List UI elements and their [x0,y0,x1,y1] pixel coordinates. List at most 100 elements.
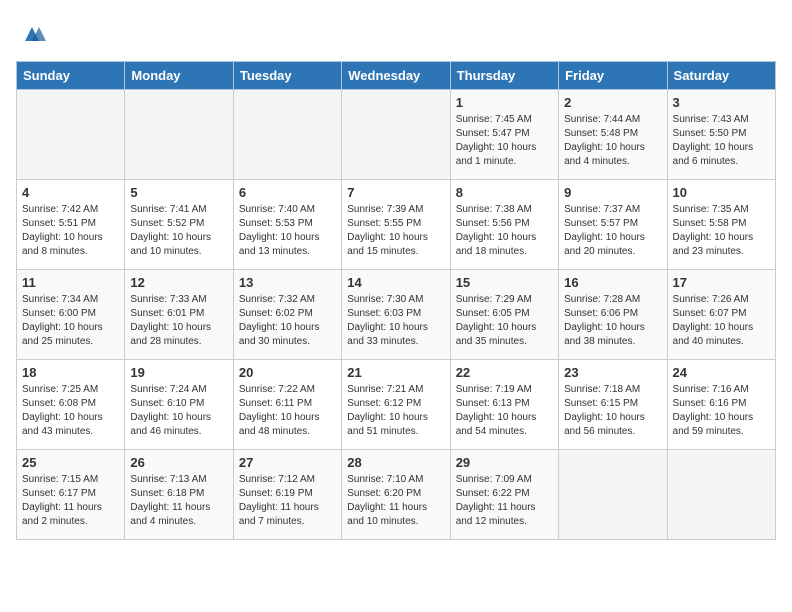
day-cell: 13 Sunrise: 7:32 AM Sunset: 6:02 PM Dayli… [233,270,341,360]
header-cell-thursday: Thursday [450,62,558,90]
day-cell [559,450,667,540]
day-number: 2 [564,95,661,110]
day-cell: 22 Sunrise: 7:19 AM Sunset: 6:13 PM Dayli… [450,360,558,450]
day-number: 1 [456,95,553,110]
day-number: 20 [239,365,336,380]
day-cell: 3 Sunrise: 7:43 AM Sunset: 5:50 PM Daylig… [667,90,775,180]
day-info: Sunrise: 7:34 AM Sunset: 6:00 PM Dayligh… [22,293,119,349]
header-cell-monday: Monday [125,62,233,90]
day-number: 3 [673,95,770,110]
day-info: Sunrise: 7:28 AM Sunset: 6:06 PM Dayligh… [564,293,661,349]
day-cell: 6 Sunrise: 7:40 AM Sunset: 5:53 PM Daylig… [233,180,341,270]
day-cell [17,90,125,180]
day-cell: 10 Sunrise: 7:35 AM Sunset: 5:58 PM Dayli… [667,180,775,270]
day-cell: 24 Sunrise: 7:16 AM Sunset: 6:16 PM Dayli… [667,360,775,450]
day-number: 7 [347,185,444,200]
header-cell-wednesday: Wednesday [342,62,450,90]
day-info: Sunrise: 7:33 AM Sunset: 6:01 PM Dayligh… [130,293,227,349]
day-cell: 14Sunrise: 7:30 AM Sunset: 6:03 PM Dayli… [342,270,450,360]
day-info: Sunrise: 7:25 AM Sunset: 6:08 PM Dayligh… [22,383,119,439]
day-info: Sunrise: 7:38 AM Sunset: 5:56 PM Dayligh… [456,203,553,259]
day-cell: 11 Sunrise: 7:34 AM Sunset: 6:00 PM Dayli… [17,270,125,360]
day-info: Sunrise: 7:42 AM Sunset: 5:51 PM Dayligh… [22,203,119,259]
day-cell: 8 Sunrise: 7:38 AM Sunset: 5:56 PM Daylig… [450,180,558,270]
day-cell: 17 Sunrise: 7:26 AM Sunset: 6:07 PM Dayli… [667,270,775,360]
day-info: Sunrise: 7:12 AM Sunset: 6:19 PM Dayligh… [239,473,336,529]
day-info: Sunrise: 7:32 AM Sunset: 6:02 PM Dayligh… [239,293,336,349]
day-number: 13 [239,275,336,290]
day-info: Sunrise: 7:37 AM Sunset: 5:57 PM Dayligh… [564,203,661,259]
week-row-2: 4 Sunrise: 7:42 AM Sunset: 5:51 PM Daylig… [17,180,776,270]
day-cell [125,90,233,180]
day-info: Sunrise: 7:22 AM Sunset: 6:11 PM Dayligh… [239,383,336,439]
day-info: Sunrise: 7:15 AM Sunset: 6:17 PM Dayligh… [22,473,119,529]
day-number: 9 [564,185,661,200]
day-info: Sunrise: 7:09 AM Sunset: 6:22 PM Dayligh… [456,473,553,529]
week-row-3: 11 Sunrise: 7:34 AM Sunset: 6:00 PM Dayli… [17,270,776,360]
header-cell-sunday: Sunday [17,62,125,90]
day-info: Sunrise: 7:44 AM Sunset: 5:48 PM Dayligh… [564,113,661,169]
day-info: Sunrise: 7:21 AM Sunset: 6:12 PM Dayligh… [347,383,444,439]
day-cell: 9 Sunrise: 7:37 AM Sunset: 5:57 PM Daylig… [559,180,667,270]
day-number: 4 [22,185,119,200]
day-cell: 23 Sunrise: 7:18 AM Sunset: 6:15 PM Dayli… [559,360,667,450]
day-number: 10 [673,185,770,200]
day-number: 23 [564,365,661,380]
week-row-1: 1 Sunrise: 7:45 AM Sunset: 5:47 PM Daylig… [17,90,776,180]
calendar-table: SundayMondayTuesdayWednesdayThursdayFrid… [16,61,776,540]
logo [16,20,46,53]
day-number: 5 [130,185,227,200]
day-cell: 26Sunrise: 7:13 AM Sunset: 6:18 PM Dayli… [125,450,233,540]
day-info: Sunrise: 7:41 AM Sunset: 5:52 PM Dayligh… [130,203,227,259]
week-row-5: 25Sunrise: 7:15 AM Sunset: 6:17 PM Dayli… [17,450,776,540]
day-info: Sunrise: 7:29 AM Sunset: 6:05 PM Dayligh… [456,293,553,349]
day-cell: 25Sunrise: 7:15 AM Sunset: 6:17 PM Dayli… [17,450,125,540]
calendar-body: 1 Sunrise: 7:45 AM Sunset: 5:47 PM Daylig… [17,90,776,540]
day-info: Sunrise: 7:18 AM Sunset: 6:15 PM Dayligh… [564,383,661,439]
day-info: Sunrise: 7:16 AM Sunset: 6:16 PM Dayligh… [673,383,770,439]
calendar-header: SundayMondayTuesdayWednesdayThursdayFrid… [17,62,776,90]
day-info: Sunrise: 7:43 AM Sunset: 5:50 PM Dayligh… [673,113,770,169]
day-cell: 4 Sunrise: 7:42 AM Sunset: 5:51 PM Daylig… [17,180,125,270]
day-number: 15 [456,275,553,290]
day-info: Sunrise: 7:19 AM Sunset: 6:13 PM Dayligh… [456,383,553,439]
day-number: 24 [673,365,770,380]
day-cell: 16Sunrise: 7:28 AM Sunset: 6:06 PM Dayli… [559,270,667,360]
day-cell [233,90,341,180]
day-cell: 29 Sunrise: 7:09 AM Sunset: 6:22 PM Dayli… [450,450,558,540]
header-cell-friday: Friday [559,62,667,90]
day-cell: 1 Sunrise: 7:45 AM Sunset: 5:47 PM Daylig… [450,90,558,180]
header-row: SundayMondayTuesdayWednesdayThursdayFrid… [17,62,776,90]
day-cell: 21 Sunrise: 7:21 AM Sunset: 6:12 PM Dayli… [342,360,450,450]
day-number: 19 [130,365,227,380]
day-cell: 7 Sunrise: 7:39 AM Sunset: 5:55 PM Daylig… [342,180,450,270]
day-info: Sunrise: 7:39 AM Sunset: 5:55 PM Dayligh… [347,203,444,259]
day-number: 18 [22,365,119,380]
day-info: Sunrise: 7:26 AM Sunset: 6:07 PM Dayligh… [673,293,770,349]
day-info: Sunrise: 7:10 AM Sunset: 6:20 PM Dayligh… [347,473,444,529]
day-info: Sunrise: 7:24 AM Sunset: 6:10 PM Dayligh… [130,383,227,439]
day-cell: 19 Sunrise: 7:24 AM Sunset: 6:10 PM Dayli… [125,360,233,450]
page-header [16,16,776,53]
day-cell: 15 Sunrise: 7:29 AM Sunset: 6:05 PM Dayli… [450,270,558,360]
day-info: Sunrise: 7:35 AM Sunset: 5:58 PM Dayligh… [673,203,770,259]
week-row-4: 18 Sunrise: 7:25 AM Sunset: 6:08 PM Dayli… [17,360,776,450]
day-number: 22 [456,365,553,380]
day-number: 6 [239,185,336,200]
logo-icon [18,20,46,48]
day-cell: 27Sunrise: 7:12 AM Sunset: 6:19 PM Dayli… [233,450,341,540]
day-number: 26 [130,455,227,470]
day-info: Sunrise: 7:45 AM Sunset: 5:47 PM Dayligh… [456,113,553,169]
day-number: 14 [347,275,444,290]
day-cell [342,90,450,180]
day-cell: 12Sunrise: 7:33 AM Sunset: 6:01 PM Dayli… [125,270,233,360]
day-number: 17 [673,275,770,290]
day-number: 28 [347,455,444,470]
day-number: 11 [22,275,119,290]
header-cell-tuesday: Tuesday [233,62,341,90]
day-number: 29 [456,455,553,470]
day-number: 8 [456,185,553,200]
day-info: Sunrise: 7:40 AM Sunset: 5:53 PM Dayligh… [239,203,336,259]
day-cell: 20 Sunrise: 7:22 AM Sunset: 6:11 PM Dayli… [233,360,341,450]
day-number: 21 [347,365,444,380]
